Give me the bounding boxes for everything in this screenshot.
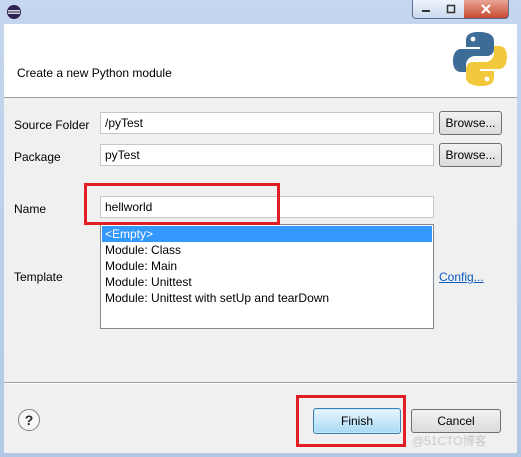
python-logo-icon — [453, 32, 507, 86]
browse-package-button[interactable]: Browse... — [439, 143, 502, 167]
template-list[interactable]: <Empty> Module: Class Module: Main Modul… — [100, 224, 434, 329]
source-folder-field[interactable]: /pyTest — [100, 112, 434, 134]
source-folder-label: Source Folder — [14, 118, 90, 132]
maximize-button[interactable] — [438, 0, 465, 19]
help-icon: ? — [24, 412, 34, 428]
template-label: Template — [14, 270, 63, 284]
package-label: Package — [14, 150, 61, 164]
template-list-item[interactable]: <Empty> — [102, 226, 432, 242]
finish-button-highlight — [296, 395, 406, 447]
maximize-icon — [446, 4, 456, 14]
name-field-highlight — [84, 183, 280, 225]
wizard-title: Create a new Python module — [17, 66, 172, 80]
config-link[interactable]: Config... — [439, 270, 484, 284]
close-button[interactable] — [464, 0, 509, 19]
template-list-item[interactable]: Module: Unittest with setUp and tearDown — [102, 290, 432, 306]
package-field[interactable]: pyTest — [100, 144, 434, 166]
browse-source-folder-button[interactable]: Browse... — [439, 111, 502, 135]
name-label: Name — [14, 202, 47, 216]
minimize-icon — [422, 10, 430, 12]
wizard-header: Create a new Python module — [4, 24, 517, 98]
footer-separator — [4, 382, 517, 384]
cancel-button[interactable]: Cancel — [411, 409, 501, 433]
minimize-button[interactable] — [412, 0, 440, 19]
dialog-client-area: Create a new Python module Source Folder… — [4, 24, 517, 453]
dialog-window: Create a new Python module Source Folder… — [0, 0, 521, 457]
template-list-item[interactable]: Module: Main — [102, 258, 432, 274]
eclipse-icon — [7, 5, 21, 19]
template-list-item[interactable]: Module: Class — [102, 242, 432, 258]
watermark: @51CTO博客 — [412, 434, 487, 448]
close-icon — [481, 4, 491, 14]
help-button[interactable]: ? — [18, 409, 40, 431]
template-list-item[interactable]: Module: Unittest — [102, 274, 432, 290]
title-bar — [0, 0, 521, 24]
